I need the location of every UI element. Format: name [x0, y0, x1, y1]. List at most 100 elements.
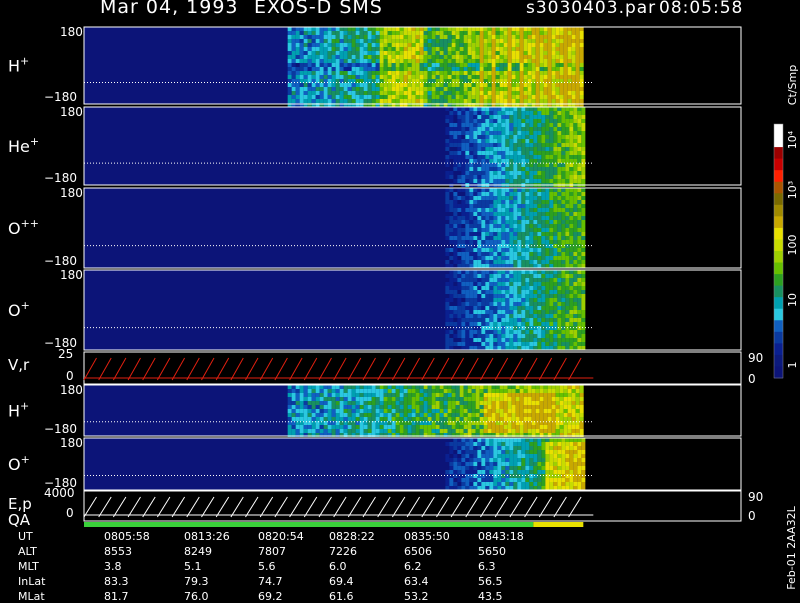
spectrogram-cell	[553, 338, 557, 342]
spectrogram-cell	[500, 425, 504, 429]
spectrogram-cell	[569, 240, 573, 244]
spectrogram-cell	[537, 111, 541, 115]
spectrogram-cell	[452, 43, 456, 47]
spectrogram-cell	[517, 175, 521, 179]
spectrogram-cell	[469, 446, 473, 450]
spectrogram-cell	[549, 310, 553, 314]
y-tick-right-bottom: 0	[748, 372, 756, 386]
spectrogram-cell	[509, 188, 513, 192]
spectrogram-cell	[457, 294, 461, 298]
spectrogram-cell	[332, 413, 336, 417]
spectrogram-cell	[488, 393, 492, 397]
spectrogram-cell	[564, 405, 568, 409]
spectrogram-cell	[328, 59, 332, 63]
spectrogram-cell	[392, 27, 396, 31]
spectrogram-cell	[577, 188, 581, 192]
spectrogram-cell	[509, 298, 513, 302]
spectrogram-cell	[316, 425, 320, 429]
spectrogram-cell	[465, 486, 469, 490]
spectrogram-cell	[412, 389, 416, 393]
spectrogram-cell	[533, 216, 537, 220]
spectrogram-cell	[572, 95, 576, 99]
spectrogram-cell	[573, 346, 577, 350]
spectrogram-cell	[525, 175, 529, 179]
spectrogram-cell	[553, 224, 557, 228]
spectrogram-cell	[549, 171, 553, 175]
spectrogram-cell	[485, 482, 489, 486]
spectrogram-cell	[541, 446, 545, 450]
spectrogram-cell	[340, 401, 344, 405]
spectrogram-cell	[472, 55, 476, 59]
spectrogram-cell	[541, 482, 545, 486]
spectrogram-cell	[545, 310, 549, 314]
spectrogram-cell	[549, 123, 553, 127]
spectrogram-cell	[372, 87, 376, 91]
spectrogram-cell	[500, 413, 504, 417]
spectrogram-cell	[517, 466, 521, 470]
spectrogram-cell	[509, 212, 513, 216]
spectrogram-cell	[533, 454, 537, 458]
spectrogram-cell	[572, 91, 576, 95]
spectrogram-cell	[445, 274, 449, 278]
spectrogram-cell	[509, 274, 513, 278]
spectrogram-cell	[541, 151, 545, 155]
spectrogram-cell	[469, 450, 473, 454]
spectrogram-cell	[364, 393, 368, 397]
spectrogram-cell	[416, 67, 420, 71]
spectrogram-cell	[545, 147, 549, 151]
spectrogram-cell	[572, 429, 576, 433]
spectrogram-cell	[412, 429, 416, 433]
spectrogram-cell	[577, 123, 581, 127]
spectrogram-cell	[457, 127, 461, 131]
spectrogram-cell	[521, 216, 525, 220]
spectrogram-cell	[348, 47, 352, 51]
spectrogram-cell	[448, 55, 452, 59]
spectrogram-cell	[505, 442, 509, 446]
spectrogram-cell	[485, 163, 489, 167]
spectrogram-cell	[485, 264, 489, 268]
spectrogram-cell	[449, 208, 453, 212]
spectrogram-cell	[517, 167, 521, 171]
spectrogram-cell	[541, 123, 545, 127]
spectrogram-cell	[472, 79, 476, 83]
spectrogram-cell	[473, 151, 477, 155]
spectrogram-cell	[332, 401, 336, 405]
spectrogram-cell	[568, 59, 572, 63]
spectrogram-cell	[548, 413, 552, 417]
spectrogram-cell	[509, 119, 513, 123]
spectrogram-cell	[497, 458, 501, 462]
spectrogram-cell	[537, 139, 541, 143]
spectrogram-cell	[476, 99, 480, 103]
spectrogram-cell	[561, 167, 565, 171]
spectrogram-cell	[496, 99, 500, 103]
spectrogram-cell	[533, 270, 537, 274]
spectrogram-cell	[481, 131, 485, 135]
spectrogram-cell	[360, 429, 364, 433]
spectrogram-cell	[569, 111, 573, 115]
spectrogram-cell	[541, 310, 545, 314]
spectrogram-cell	[565, 438, 569, 442]
spectrogram-cell	[493, 264, 497, 268]
spectrogram-cell	[577, 252, 581, 256]
spectrogram-cell	[517, 338, 521, 342]
spectrogram-cell	[300, 43, 304, 47]
spectrogram-cell	[513, 212, 517, 216]
spectrogram-cell	[312, 429, 316, 433]
spectrogram-cell	[457, 462, 461, 466]
spectrogram-cell	[473, 220, 477, 224]
spectrogram-cell	[552, 35, 556, 39]
spectrogram-cell	[493, 167, 497, 171]
spectrogram-cell	[496, 55, 500, 59]
spectrogram-cell	[380, 83, 384, 87]
spectrogram-cell	[544, 409, 548, 413]
spectrogram-cell	[473, 326, 477, 330]
spectrogram-cell	[464, 385, 468, 389]
spectrogram-cell	[485, 111, 489, 115]
spectrogram-cell	[572, 425, 576, 429]
spectrogram-cell	[476, 397, 480, 401]
spectrogram-cell	[525, 224, 529, 228]
spectrogram-cell	[477, 256, 481, 260]
spectrogram-cell	[497, 188, 501, 192]
spectrogram-cell	[525, 486, 529, 490]
spectrogram-cell	[533, 322, 537, 326]
